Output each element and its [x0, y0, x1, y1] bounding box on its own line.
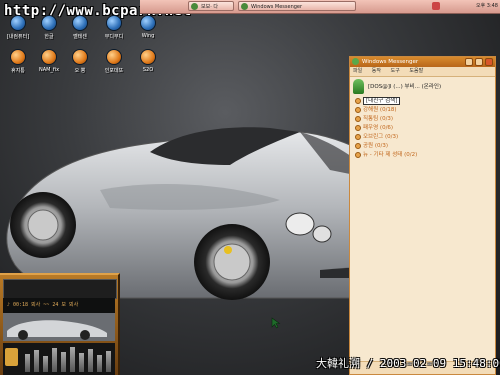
group-expand-icon	[355, 98, 361, 104]
group-label: 공원 (0/3)	[363, 143, 389, 149]
status-line: [DOS@]I (...) 부비... (온라인)	[368, 82, 441, 90]
player-toolbar[interactable]	[3, 279, 117, 299]
app-icon	[106, 49, 122, 65]
messenger-title: Windows Messenger	[362, 59, 419, 65]
messenger-window: Windows Messenger 파일 동작 도구 도움말 [DOS@]I (…	[349, 56, 496, 375]
computer-icon	[10, 15, 26, 31]
desktop: Carrera GT http://www.bcpark.net 보보· 다 W…	[0, 0, 500, 375]
desktop-icon-app[interactable]: 인포데또	[97, 49, 131, 74]
app-icon	[72, 15, 88, 31]
status-tag: (온라인)	[421, 84, 442, 90]
wing-icon	[140, 15, 156, 31]
eq-slider[interactable]	[70, 347, 75, 372]
desktop-icon-label: 부디부디	[104, 34, 124, 40]
taskbar-button-label: Windows Messenger	[251, 4, 303, 10]
app-icon	[140, 49, 156, 65]
taskbar-button-label: 보보· 다	[201, 4, 218, 10]
close-icon[interactable]	[432, 2, 440, 10]
app-icon	[41, 49, 57, 65]
desktop-icon-label: 휴지통	[11, 68, 25, 74]
eq-slider[interactable]	[34, 350, 39, 372]
mouse-cursor-icon	[271, 317, 281, 329]
system-tray-clock: 오후 3:48	[475, 3, 498, 9]
minimize-button[interactable]	[465, 58, 473, 66]
eq-slider[interactable]	[25, 354, 30, 372]
menu-help[interactable]: 도움말	[409, 68, 423, 74]
media-player: ♪ 00:18 뵈사 ~~ 24 보 뵈사	[0, 273, 120, 375]
contact-group-item[interactable]: 오브린그 (0/3)	[353, 133, 493, 142]
datetime-overlay: 大韓礼溯 / 2003-02-09 15:48:00	[316, 357, 500, 370]
taskbar: 보보· 다 Windows Messenger 오후 3:48	[140, 0, 500, 14]
group-label: 강해원 (0/18)	[363, 107, 397, 113]
messenger-status[interactable]: [DOS@]I (...) 부비... (온라인)	[353, 79, 493, 97]
messenger-icon	[241, 3, 248, 10]
menu-tools[interactable]: 도구	[391, 68, 400, 74]
desktop-icon-app[interactable]: 벨테센	[63, 15, 97, 40]
desktop-icon-label: 벨테센	[73, 34, 87, 40]
desktop-icon-label: S2O	[142, 67, 154, 73]
player-display: ♪ 00:18 뵈사 ~~ 24 보 뵈사	[3, 298, 115, 313]
group-expand-icon	[355, 107, 361, 113]
group-label: 오브린그 (0/3)	[363, 134, 399, 140]
group-label: 직통팀 (0/3)	[363, 116, 394, 122]
close-button[interactable]	[485, 58, 493, 66]
group-expand-icon	[355, 125, 361, 131]
taskbar-button-messenger[interactable]: Windows Messenger	[238, 1, 356, 11]
eq-slider[interactable]	[106, 351, 111, 372]
contact-group-list: [내친구 검색] 강해원 (0/18) 직통팀 (0/3) 패우영 (0/6) …	[353, 97, 493, 160]
contact-group-item[interactable]: 강해원 (0/18)	[353, 106, 493, 115]
porsche-logo-icon	[5, 348, 18, 366]
hangul-icon	[41, 15, 57, 31]
desktop-icon-recycle-bin[interactable]: 휴지통	[1, 49, 35, 74]
desktop-icon-computer[interactable]: [내컴퓨터]	[1, 15, 35, 40]
desktop-icon-label: Wing	[141, 33, 155, 39]
desktop-icon-label: NAM_fix	[38, 67, 60, 73]
messenger-title-bar[interactable]: Windows Messenger	[350, 57, 495, 67]
recycle-bin-icon	[10, 49, 26, 65]
contact-group-item[interactable]: 직통팀 (0/3)	[353, 115, 493, 124]
menu-action[interactable]: 동작	[372, 68, 381, 74]
desktop-icon-label: [내컴퓨터]	[6, 34, 30, 40]
eq-slider[interactable]	[88, 349, 93, 372]
group-label: 패우영 (0/6)	[363, 125, 394, 131]
app-icon	[72, 49, 88, 65]
status-name: [DOS@]I (...) 부비...	[368, 84, 420, 90]
player-equalizer[interactable]	[3, 343, 115, 375]
group-expand-icon	[355, 116, 361, 122]
group-expand-icon	[355, 134, 361, 140]
group-expand-icon	[355, 152, 361, 158]
eq-slider[interactable]	[79, 353, 84, 372]
user-avatar-icon	[353, 79, 364, 94]
messenger-menu-bar: 파일 동작 도구 도움말	[350, 67, 495, 77]
group-label: 뉴 - 기타 제 성태 (0/2)	[363, 152, 418, 158]
desktop-icon-label: 오 뽕	[74, 68, 86, 74]
contact-group-item[interactable]: 패우영 (0/6)	[353, 124, 493, 133]
buddy-icon	[106, 15, 122, 31]
desktop-icon-wing[interactable]: Wing	[131, 15, 165, 39]
contact-group-item[interactable]: 공원 (0/3)	[353, 142, 493, 151]
eq-slider[interactable]	[43, 356, 48, 372]
group-label: [내친구 검색]	[363, 97, 401, 105]
taskbar-button[interactable]: 보보· 다	[188, 1, 234, 11]
messenger-icon	[352, 58, 359, 65]
eq-slider[interactable]	[52, 348, 57, 372]
desktop-icon-label: 인포데또	[104, 68, 124, 74]
eq-slider[interactable]	[61, 352, 66, 372]
contact-group-item[interactable]: [내친구 검색]	[353, 97, 493, 106]
app-icon	[191, 3, 198, 10]
menu-file[interactable]: 파일	[353, 68, 362, 74]
maximize-button[interactable]	[475, 58, 483, 66]
desktop-icon-app[interactable]: NAM_fix	[32, 49, 66, 73]
eq-slider[interactable]	[97, 355, 102, 372]
player-skin-image	[3, 313, 115, 341]
desktop-icon-app[interactable]: S2O	[131, 49, 165, 73]
desktop-icon-app[interactable]: 오 뽕	[63, 49, 97, 74]
desktop-icon-hangul[interactable]: 한글	[32, 15, 66, 40]
desktop-icon-buddy[interactable]: 부디부디	[97, 15, 131, 40]
group-expand-icon	[355, 143, 361, 149]
contact-group-item[interactable]: 뉴 - 기타 제 성태 (0/2)	[353, 151, 493, 160]
desktop-icon-label: 한글	[44, 34, 54, 40]
